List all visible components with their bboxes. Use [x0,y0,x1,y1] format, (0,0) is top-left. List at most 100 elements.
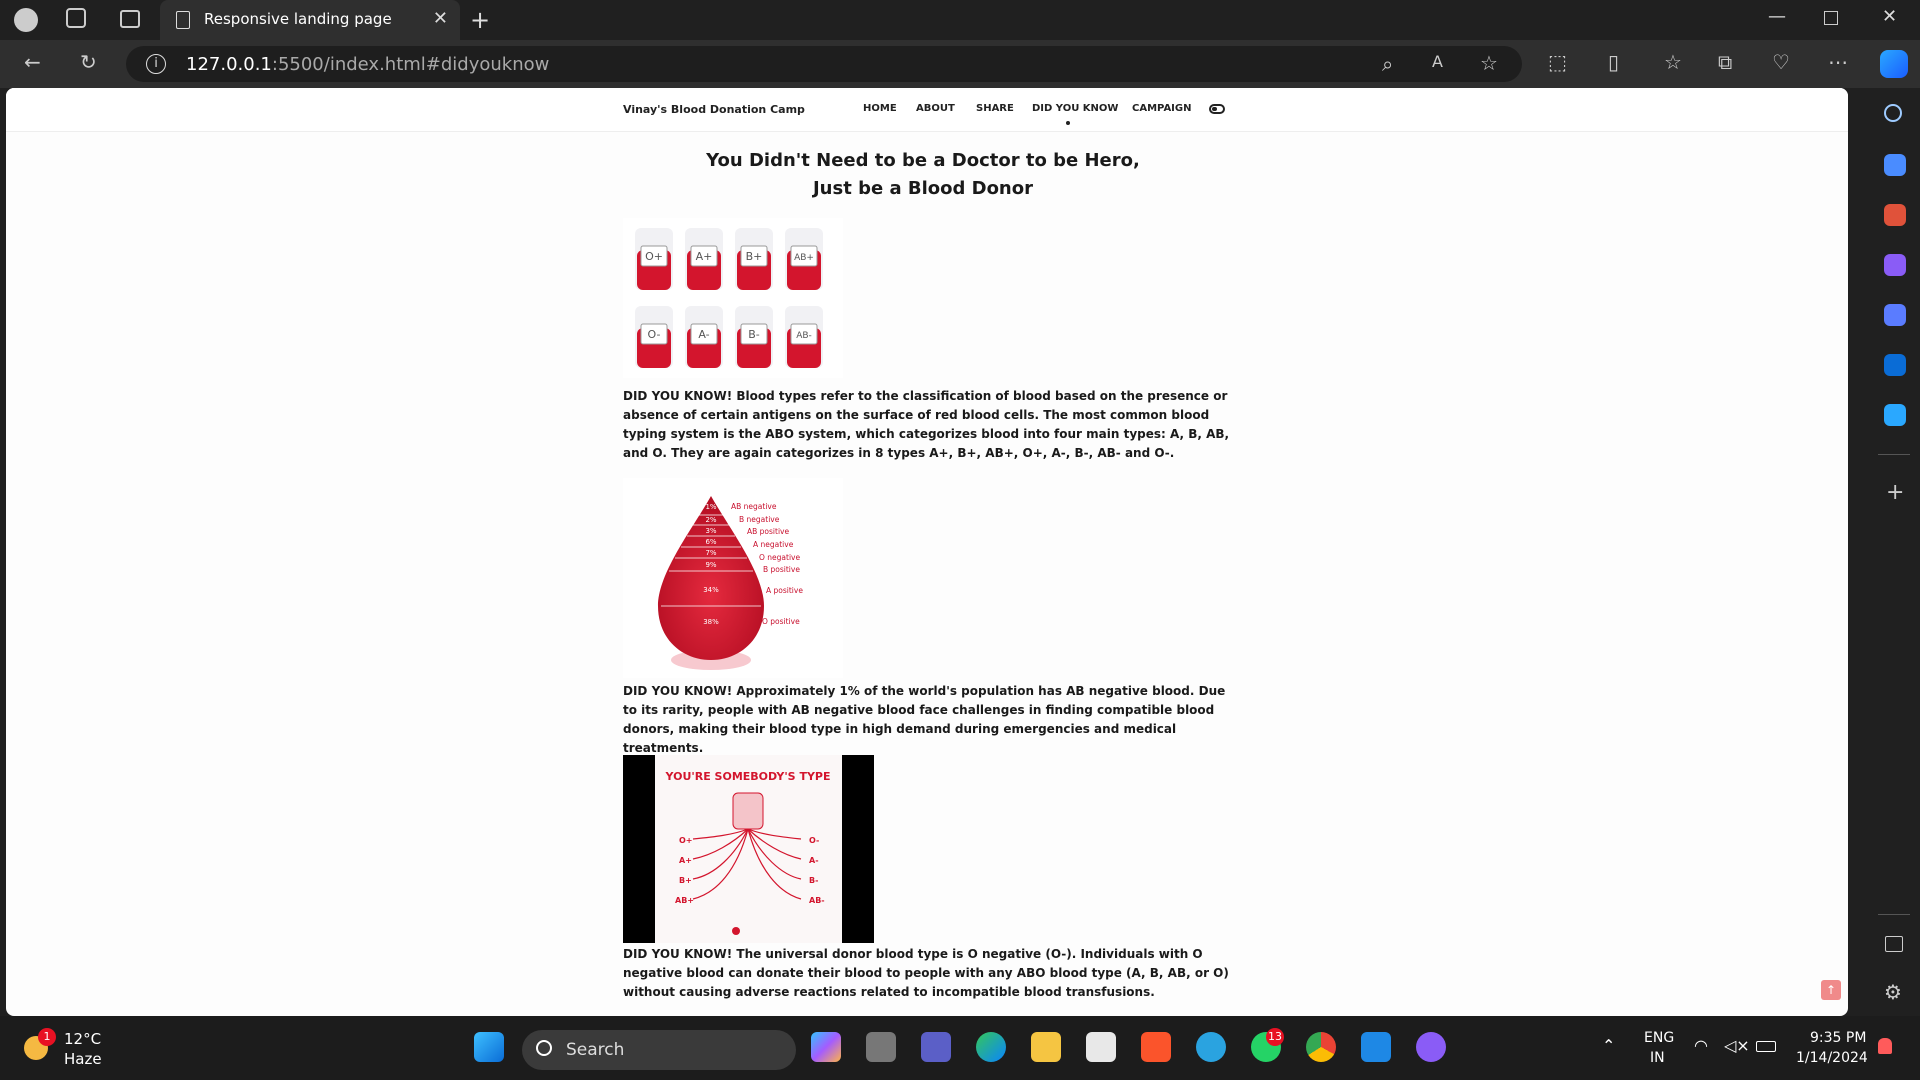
weather-desc[interactable]: Haze [64,1050,102,1068]
scroll-to-top-button[interactable]: ↑ [1821,980,1841,1000]
hide-sidebar-icon[interactable] [1885,936,1903,952]
task-view-icon[interactable] [866,1032,896,1062]
did-you-know-para-2: DID YOU KNOW! Approximately 1% of the wo… [623,684,1226,755]
sidebar-divider [1878,454,1910,455]
tab-active[interactable]: Responsive landing page ✕ [160,0,460,40]
drop-label: AB negative [731,502,777,511]
type-left: B+ [679,876,692,885]
read-aloud-icon[interactable]: A [1432,52,1443,71]
github-icon[interactable] [1416,1032,1446,1062]
games-icon[interactable] [1884,254,1906,276]
language-line2[interactable]: IN [1650,1050,1665,1066]
telegram-icon[interactable] [1196,1032,1226,1062]
shopping-tag-icon[interactable] [1884,154,1906,176]
drop-pct: 34% [703,586,719,594]
wifi-icon[interactable]: ◠ [1694,1036,1708,1055]
url-bar[interactable]: i 127.0.0.1:5500/index.html#didyouknow ⌕… [126,46,1522,82]
back-icon[interactable]: ← [24,50,41,74]
vscode-icon[interactable] [1361,1032,1391,1062]
drop-label: O positive [762,617,800,626]
store-icon[interactable] [1086,1032,1116,1062]
drop-label: AB positive [747,527,789,536]
workspaces-icon[interactable] [66,8,86,28]
brave-icon[interactable] [1141,1032,1171,1062]
clock-time[interactable]: 9:35 PM [1810,1030,1866,1046]
drop-pct: 9% [705,561,716,569]
drop-pct: 1% [705,503,716,511]
profile-icon[interactable] [14,8,38,32]
file-explorer-icon[interactable] [1031,1032,1061,1062]
nav-did-you-know[interactable]: DID YOU KNOW [1032,103,1118,114]
nav-home[interactable]: HOME [863,103,897,114]
theme-toggle-icon[interactable] [1209,104,1225,114]
copilot-icon[interactable] [811,1032,841,1062]
extensions-icon[interactable]: ⬚ [1548,50,1567,74]
edge-icon[interactable] [976,1032,1006,1062]
site-brand[interactable]: Vinay's Blood Donation Camp [623,103,805,116]
notification-bell-icon[interactable] [1878,1038,1892,1054]
zoom-icon[interactable]: ⌕ [1382,52,1393,76]
somebodys-type-image: YOU'RE SOMEBODY'S TYPE O+ A+ B+ AB+ O- A… [623,755,874,943]
did-you-know-para-3: DID YOU KNOW! The universal donor blood … [623,947,1229,999]
restore-icon[interactable] [1824,11,1838,25]
bag-label: O+ [645,250,663,263]
collections-icon[interactable]: ⧉ [1718,50,1732,74]
favorites-icon[interactable]: ☆ [1664,50,1682,74]
split-screen-icon[interactable]: ▯ [1608,50,1619,74]
drop-label: A positive [766,586,803,595]
minimize-icon[interactable]: — [1768,6,1786,27]
type-right: B- [809,876,818,885]
bag-label: AB+ [794,253,814,263]
teams-icon[interactable] [921,1032,951,1062]
drop-icon[interactable] [1884,404,1906,426]
type-left: O+ [679,836,693,845]
copilot-icon[interactable] [1880,50,1908,78]
drop-pct: 38% [703,618,719,626]
active-nav-indicator [1066,121,1070,125]
search-icon[interactable] [1884,104,1902,122]
chrome-icon[interactable] [1306,1032,1336,1062]
outlook-icon[interactable] [1884,354,1906,376]
drop-pct: 3% [705,527,716,535]
drop-label: B negative [739,515,780,524]
favorite-star-icon[interactable]: ☆ [1480,51,1498,75]
bag-label: O- [648,328,661,341]
add-icon[interactable]: + [1886,480,1904,505]
type-right: A- [809,856,819,865]
battery-icon[interactable] [1756,1041,1776,1052]
new-tab-icon[interactable]: + [470,6,490,34]
more-options-icon[interactable]: ⋯ [1828,50,1848,74]
type-left: A+ [679,856,692,865]
did-you-know-para-1: DID YOU KNOW! Blood types refer to the c… [623,389,1230,460]
drop-pct: 6% [705,538,716,546]
nav-campaign[interactable]: CAMPAIGN [1132,103,1191,114]
settings-gear-icon[interactable]: ⚙ [1884,980,1902,1004]
language-line1[interactable]: ENG [1644,1030,1674,1046]
tab-actions-icon[interactable] [120,10,140,28]
refresh-icon[interactable]: ↻ [80,50,97,74]
sidebar-divider [1878,914,1910,915]
weather-temp[interactable]: 12°C [64,1030,101,1048]
hidden-icons-chevron-icon[interactable]: ⌃ [1602,1036,1615,1055]
site-navbar: Vinay's Blood Donation Camp HOME ABOUT S… [6,88,1848,132]
taskbar-search[interactable]: Search [522,1030,796,1070]
bag-label: B+ [746,250,763,263]
close-tab-icon[interactable]: ✕ [433,8,448,29]
close-window-icon[interactable]: ✕ [1882,6,1897,27]
page-heading-line2: Just be a Blood Donor [812,178,1033,199]
page-heading-line1: You Didn't Need to be a Doctor to be Her… [706,150,1140,171]
search-placeholder: Search [566,1040,625,1060]
site-info-icon[interactable]: i [146,54,166,74]
tools-icon[interactable] [1884,204,1906,226]
nav-share[interactable]: SHARE [976,103,1014,114]
microsoft-365-icon[interactable] [1884,304,1906,326]
bag-label: B- [748,328,760,341]
clock-date[interactable]: 1/14/2024 [1796,1050,1868,1066]
volume-muted-icon[interactable]: ◁× [1724,1036,1750,1055]
start-windows-icon[interactable] [474,1032,504,1062]
page-viewport: Vinay's Blood Donation Camp HOME ABOUT S… [6,88,1848,1016]
nav-about[interactable]: ABOUT [916,103,955,114]
url-text[interactable]: 127.0.0.1:5500/index.html#didyouknow [186,54,549,75]
drop-pct: 2% [705,516,716,524]
browser-essentials-icon[interactable]: ♡ [1772,50,1790,74]
